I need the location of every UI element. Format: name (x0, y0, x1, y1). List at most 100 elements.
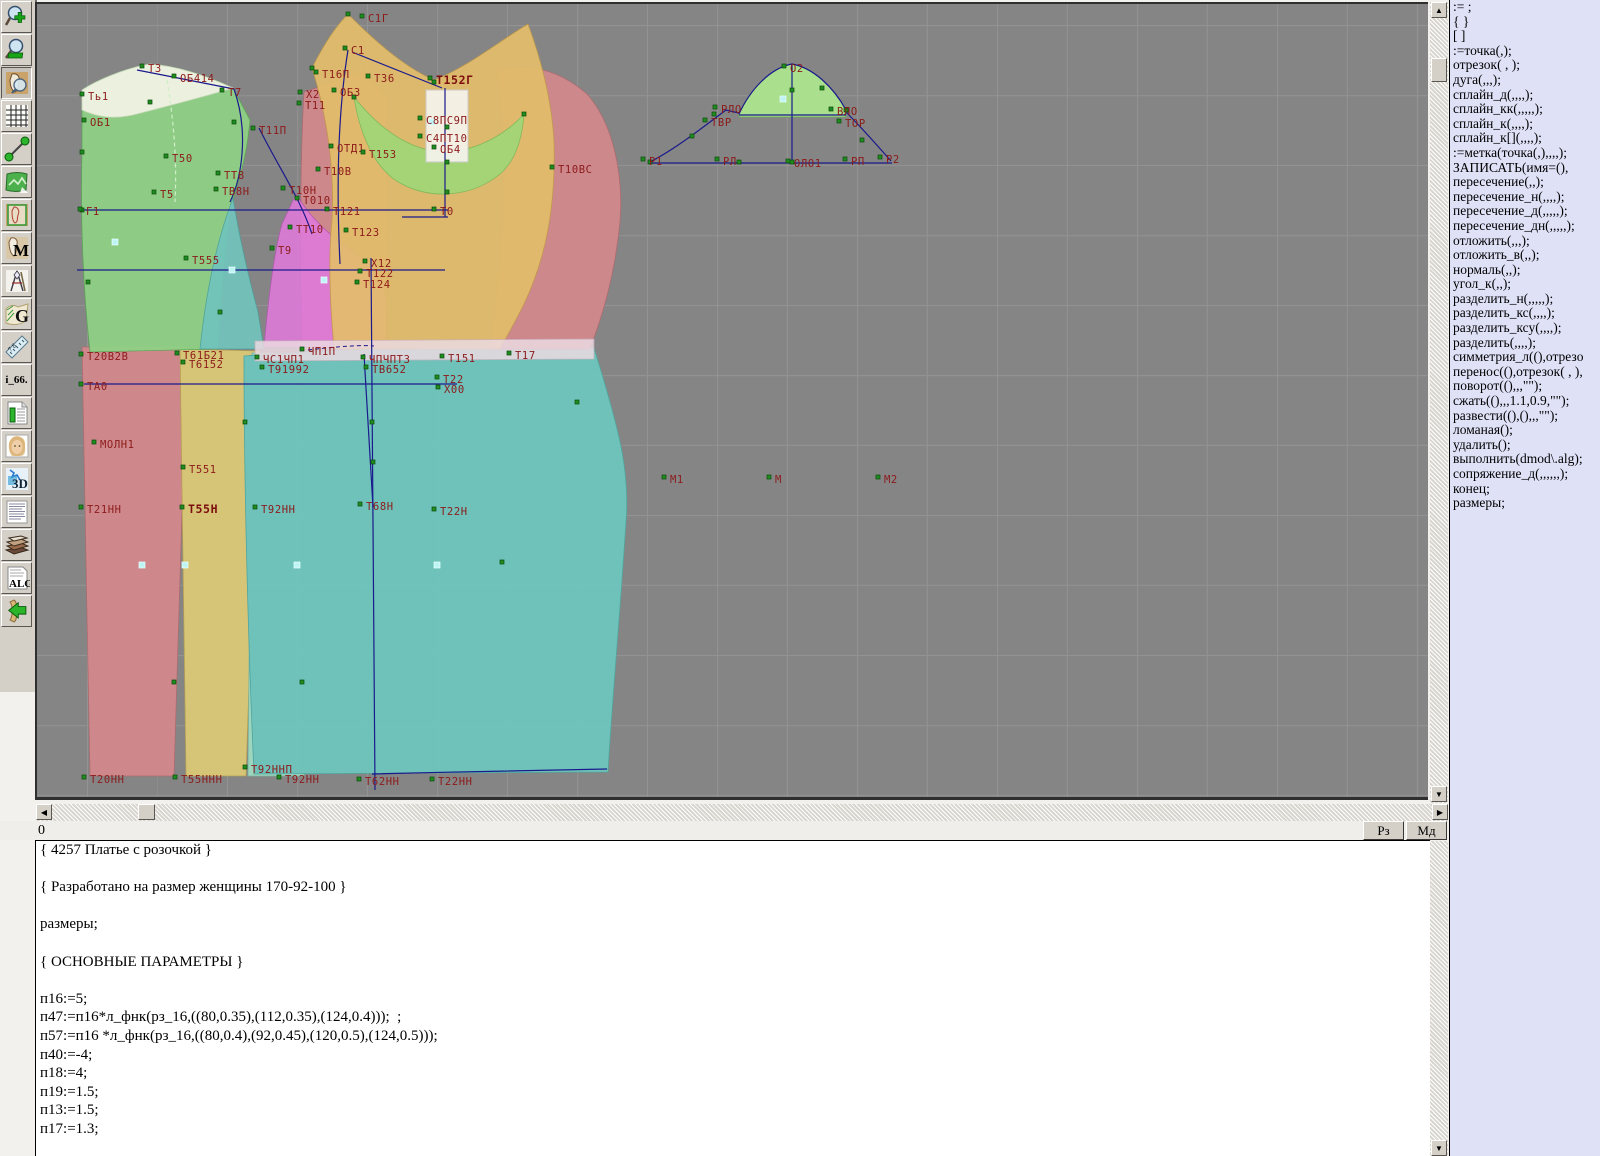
point-marker (432, 207, 436, 211)
function-list-item[interactable]: пересечение_д(,,,,,); (1450, 204, 1600, 219)
drawing-canvas[interactable]: С1ГС1Т3ОБ414Т7Ть1ОБ1Т16ПТ36Т152ГХ2Т11ОБ3… (35, 2, 1428, 800)
function-list-item[interactable]: сплайн_д(,,,,); (1450, 88, 1600, 103)
function-list-item[interactable]: сжать((),,,1.1,0.9,""); (1450, 394, 1600, 409)
point-label: Т3 (148, 63, 162, 75)
table-chart-button[interactable] (1, 397, 32, 429)
function-list-item[interactable]: пересечение_дн(,,,,,); (1450, 219, 1600, 234)
i66-button[interactable]: i_66. (1, 364, 32, 396)
point-label: Т151 (448, 353, 476, 365)
grid-icon (4, 103, 30, 129)
zoom-out-button[interactable] (1, 34, 32, 66)
function-list-item[interactable]: [ ] (1450, 29, 1600, 44)
function-list-item[interactable]: разделить_н(,,,,,); (1450, 292, 1600, 307)
function-list-item[interactable]: пересечение_н(,,,,); (1450, 190, 1600, 205)
right-scrollbar[interactable]: ▲ ▼ (1430, 2, 1448, 803)
point-label: Г1 (86, 206, 100, 218)
function-list-item[interactable]: :=метка(точка(,),,,,); (1450, 146, 1600, 161)
point-marker (820, 86, 824, 90)
function-list-item[interactable]: сплайн_к(,,,,); (1450, 117, 1600, 132)
text-list-button[interactable] (1, 496, 32, 528)
books-button[interactable] (1, 529, 32, 561)
scroll-up-button[interactable]: ▲ (1431, 2, 1447, 18)
function-list-item[interactable]: дуга(,,,); (1450, 73, 1600, 88)
point-marker (310, 66, 314, 70)
function-list-item[interactable]: разделить_кс(,,,,); (1450, 306, 1600, 321)
point-marker (550, 165, 554, 169)
ruler-button[interactable]: 7 8 (1, 331, 32, 363)
algorithm-editor[interactable]: { 4257 Платье с розочкой } { Разработано… (35, 840, 1430, 1156)
code-line (36, 934, 1430, 953)
function-list-item[interactable]: := ; (1450, 0, 1600, 15)
point-label: Р2 (886, 154, 900, 166)
point-marker (355, 280, 359, 284)
code-line: п40:=-4; (36, 1046, 1430, 1065)
letter-m-button[interactable]: M (1, 232, 32, 264)
point-label: ТВР (711, 117, 732, 129)
function-list-item[interactable]: удалить(); (1450, 438, 1600, 453)
point-marker (281, 186, 285, 190)
function-list-item[interactable]: :=точка(,); (1450, 44, 1600, 59)
function-list-item[interactable]: отложить(,,,); (1450, 234, 1600, 249)
function-list-item[interactable]: конец; (1450, 482, 1600, 497)
editor-scroll-down-button[interactable]: ▼ (1431, 1140, 1447, 1156)
exit-icon (4, 598, 30, 624)
point-label: Т124 (363, 279, 391, 291)
scroll-down-button[interactable]: ▼ (1431, 786, 1447, 802)
function-list-item[interactable]: разделить(,,,,); (1450, 336, 1600, 351)
function-list-item[interactable]: поворот((),,,""); (1450, 379, 1600, 394)
pattern-frame-button[interactable] (1, 199, 32, 231)
function-list-item[interactable]: размеры; (1450, 496, 1600, 511)
exit-button[interactable] (1, 595, 32, 627)
point-marker (148, 100, 152, 104)
function-list-item[interactable]: ЗАПИСАТЬ(имя=(), (1450, 161, 1600, 176)
zoom-in-button[interactable] (1, 1, 32, 33)
md-button[interactable]: Мд (1406, 821, 1447, 840)
function-list-item[interactable]: { } (1450, 15, 1600, 30)
function-list-item[interactable]: сплайн_к[](,,,,); (1450, 131, 1600, 146)
point-marker (300, 680, 304, 684)
horizontal-scrollbar[interactable]: ◀ ▶ (36, 804, 1448, 821)
point-marker (329, 144, 333, 148)
point-marker (445, 190, 449, 194)
function-list-item[interactable]: перенос((),отрезок( , ), (1450, 365, 1600, 380)
selection-handle (112, 239, 118, 245)
view-piece-button[interactable] (1, 67, 32, 99)
function-list-item[interactable]: разделить_ксу(,,,,); (1450, 321, 1600, 336)
function-list-panel: := ;{ }[ ]:=точка(,);отрезок( , );дуга(,… (1449, 0, 1600, 1156)
scroll-thumb[interactable] (1431, 58, 1447, 82)
selection-handle (434, 562, 440, 568)
rz-button[interactable]: Рз (1363, 821, 1404, 840)
point-label: Т22НН (438, 776, 473, 788)
point-marker (295, 196, 299, 200)
point-label: РЛО (721, 104, 742, 116)
function-list-item[interactable]: угол_к(,,); (1450, 277, 1600, 292)
function-list-item[interactable]: сопряжение_д(,,,,,,); (1450, 467, 1600, 482)
hscroll-thumb[interactable] (138, 804, 155, 820)
svg-text:M: M (13, 241, 29, 260)
picture-button[interactable] (1, 166, 32, 198)
function-list-item[interactable]: ломаная(); (1450, 423, 1600, 438)
scroll-right-button[interactable]: ▶ (1432, 804, 1448, 820)
scroll-left-button[interactable]: ◀ (36, 804, 52, 820)
threed-button[interactable]: 3D (1, 463, 32, 495)
function-list-item[interactable]: отрезок( , ); (1450, 58, 1600, 73)
function-list-item[interactable]: пересечение(,,); (1450, 175, 1600, 190)
portrait-button[interactable] (1, 430, 32, 462)
alg-doc-button[interactable]: ALG (1, 562, 32, 594)
function-list-item[interactable]: нормаль(,,); (1450, 263, 1600, 278)
letter-g-icon: G (4, 301, 30, 327)
function-list-item[interactable]: развести((),(),,,""); (1450, 409, 1600, 424)
function-list-item[interactable]: симметрия_л((),отрезо (1450, 350, 1600, 365)
drafting-tools-button[interactable] (1, 265, 32, 297)
point-marker (82, 775, 86, 779)
editor-scrollbar[interactable]: ▼ (1430, 841, 1448, 1156)
letter-g-button[interactable]: G (1, 298, 32, 330)
point-marker (430, 777, 434, 781)
grid-button[interactable] (1, 100, 32, 132)
function-list-item[interactable]: сплайн_кк(,,,,,); (1450, 102, 1600, 117)
function-list-item[interactable]: отложить_в(,,); (1450, 248, 1600, 263)
function-list-item[interactable]: выполнить(dmod\.alg); (1450, 452, 1600, 467)
segment-button[interactable] (1, 133, 32, 165)
point-marker (418, 134, 422, 138)
point-marker (181, 465, 185, 469)
